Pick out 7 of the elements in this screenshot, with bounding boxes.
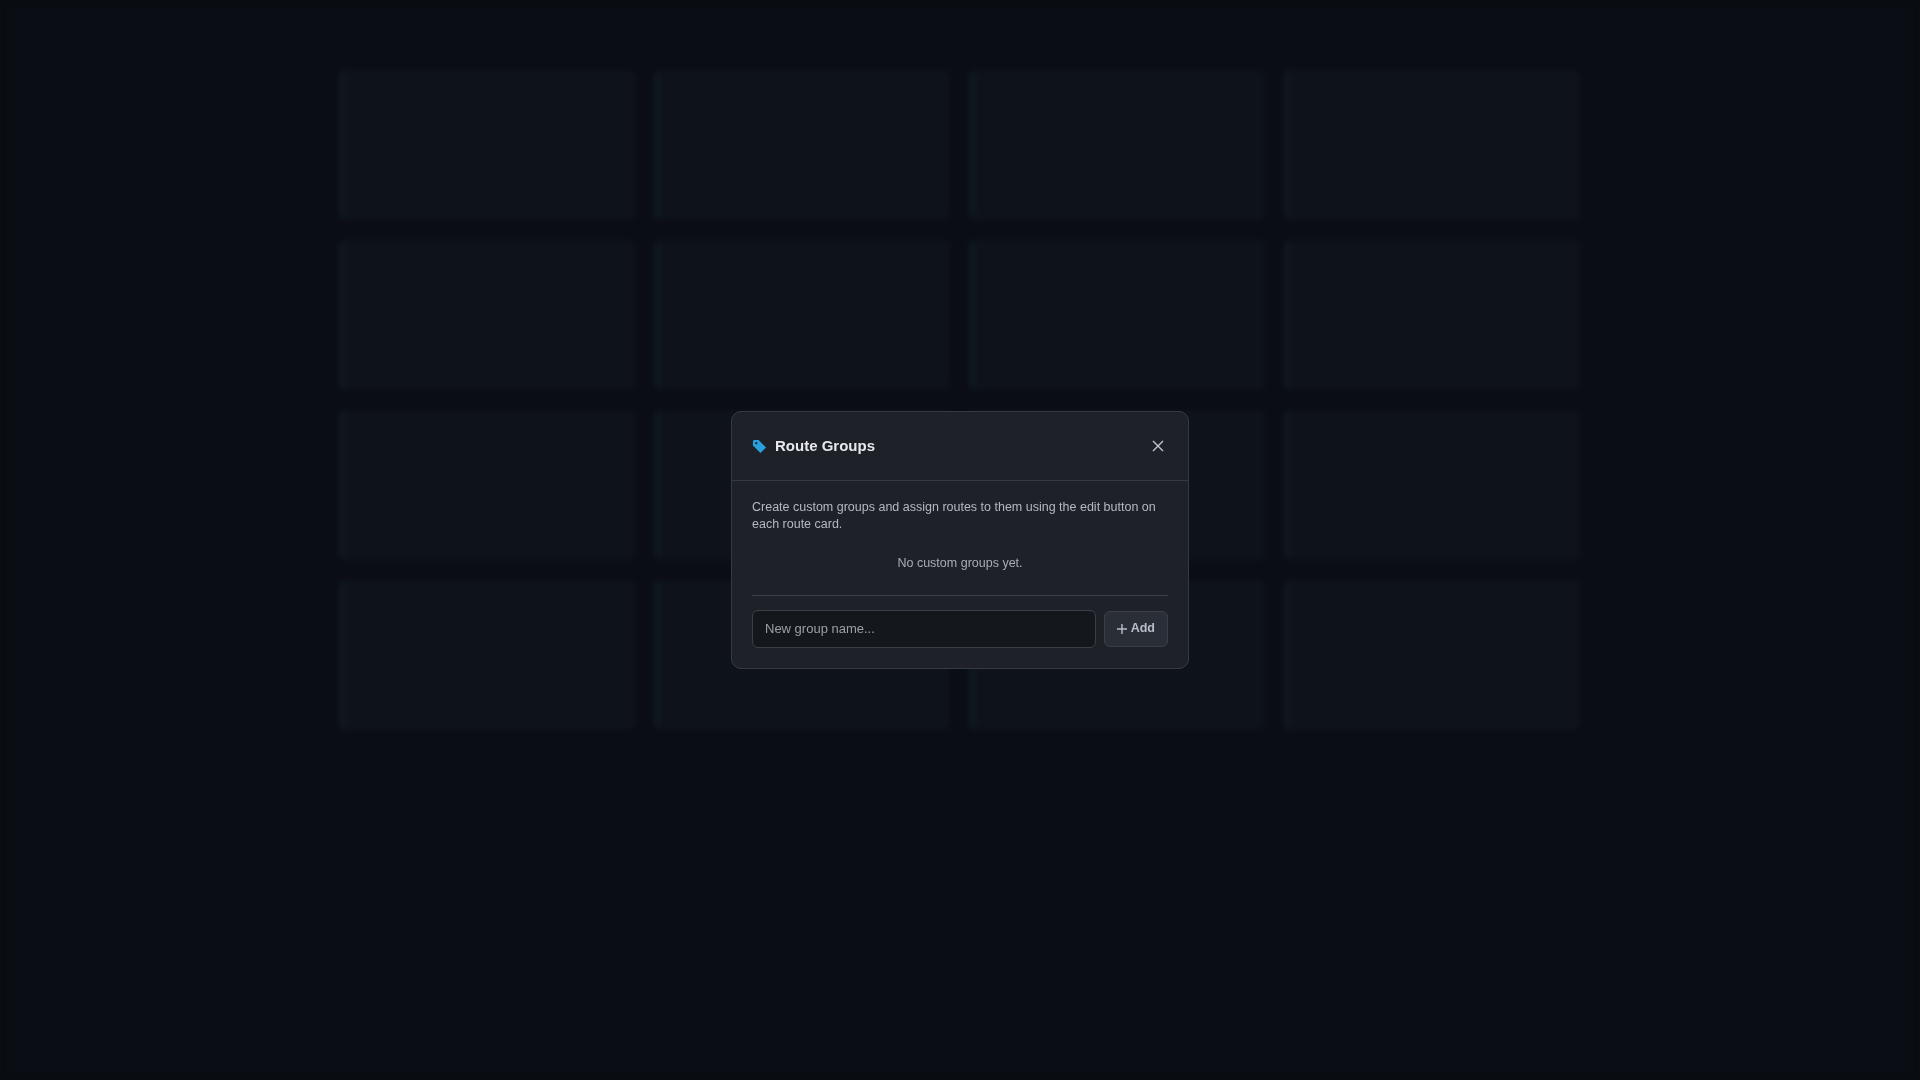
dialog-description: Create custom groups and assign routes to them using the edit button on each route card.	[752, 499, 1157, 532]
empty-message: No custom groups yet.	[896, 554, 1024, 572]
dialog-title: Route Groups	[775, 437, 875, 456]
add-button[interactable]: Add	[1103, 610, 1168, 647]
plus-icon	[1116, 623, 1127, 634]
group-name-field[interactable]: New group name...	[752, 609, 1096, 648]
tag-icon	[752, 438, 767, 454]
